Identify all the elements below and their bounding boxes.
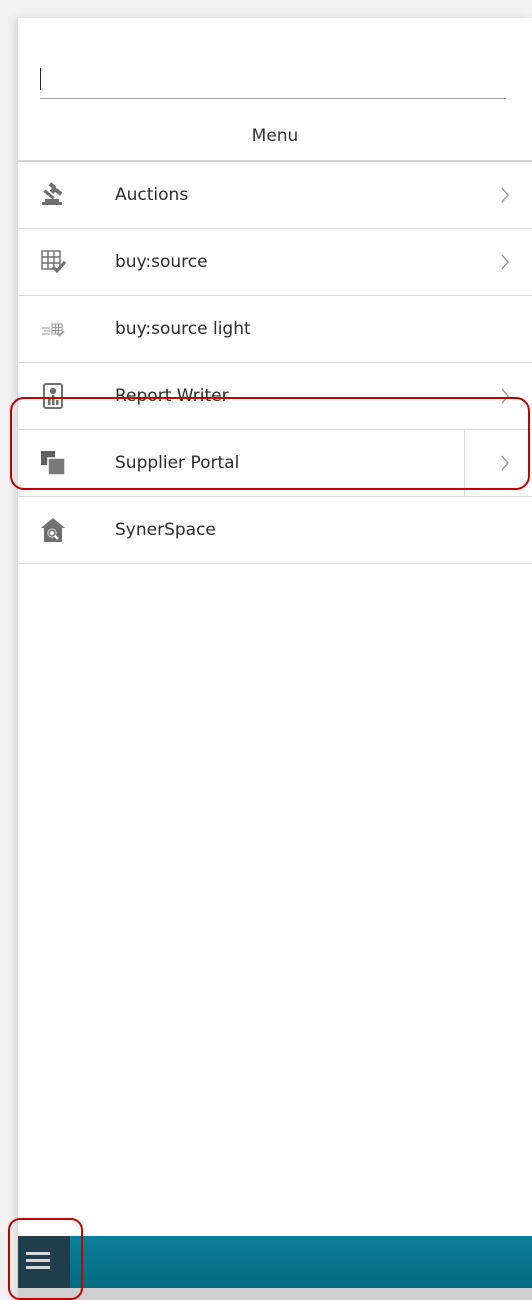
menu-title: Menu bbox=[18, 114, 532, 162]
menu-item-label: buy:source light bbox=[115, 319, 251, 339]
menu-toggle-button[interactable] bbox=[18, 1236, 70, 1288]
text-cursor bbox=[40, 68, 41, 90]
menu-item-report-writer[interactable]: Report Writer bbox=[18, 363, 532, 430]
menu-item-label: SynerSpace bbox=[115, 520, 216, 540]
submenu-divider bbox=[464, 430, 465, 496]
menu-item-label: buy:source bbox=[115, 252, 208, 272]
menu-item-buy-source-light[interactable]: buy:source light bbox=[18, 296, 532, 363]
navigation-panel: Menu Auctions buy:source buy:source ligh… bbox=[18, 18, 532, 1300]
menu-item-label: Auctions bbox=[115, 185, 189, 205]
menu-list: Auctions buy:source buy:source light Rep… bbox=[18, 162, 532, 564]
footer-bar bbox=[18, 1236, 532, 1288]
menu-item-buy-source[interactable]: buy:source bbox=[18, 229, 532, 296]
menu-item-auctions[interactable]: Auctions bbox=[18, 162, 532, 229]
list-grid-icon bbox=[42, 323, 65, 337]
gavel-icon bbox=[42, 182, 63, 205]
report-icon bbox=[43, 383, 63, 409]
footer-shadow bbox=[18, 1288, 532, 1300]
chevron-right-icon[interactable] bbox=[500, 454, 510, 472]
menu-item-label: Supplier Portal bbox=[115, 453, 240, 473]
menu-item-label: Report Writer bbox=[115, 386, 229, 406]
chevron-right-icon bbox=[501, 254, 509, 270]
search-input[interactable] bbox=[40, 60, 506, 99]
house-search-icon bbox=[41, 518, 65, 542]
menu-item-supplier-portal[interactable]: Supplier Portal bbox=[18, 430, 532, 497]
chevron-right-icon bbox=[501, 187, 509, 203]
menu-item-synerspace[interactable]: SynerSpace bbox=[18, 497, 532, 564]
stacked-squares-icon bbox=[41, 451, 66, 476]
grid-check-icon bbox=[41, 250, 66, 274]
chevron-right-icon bbox=[501, 388, 509, 404]
